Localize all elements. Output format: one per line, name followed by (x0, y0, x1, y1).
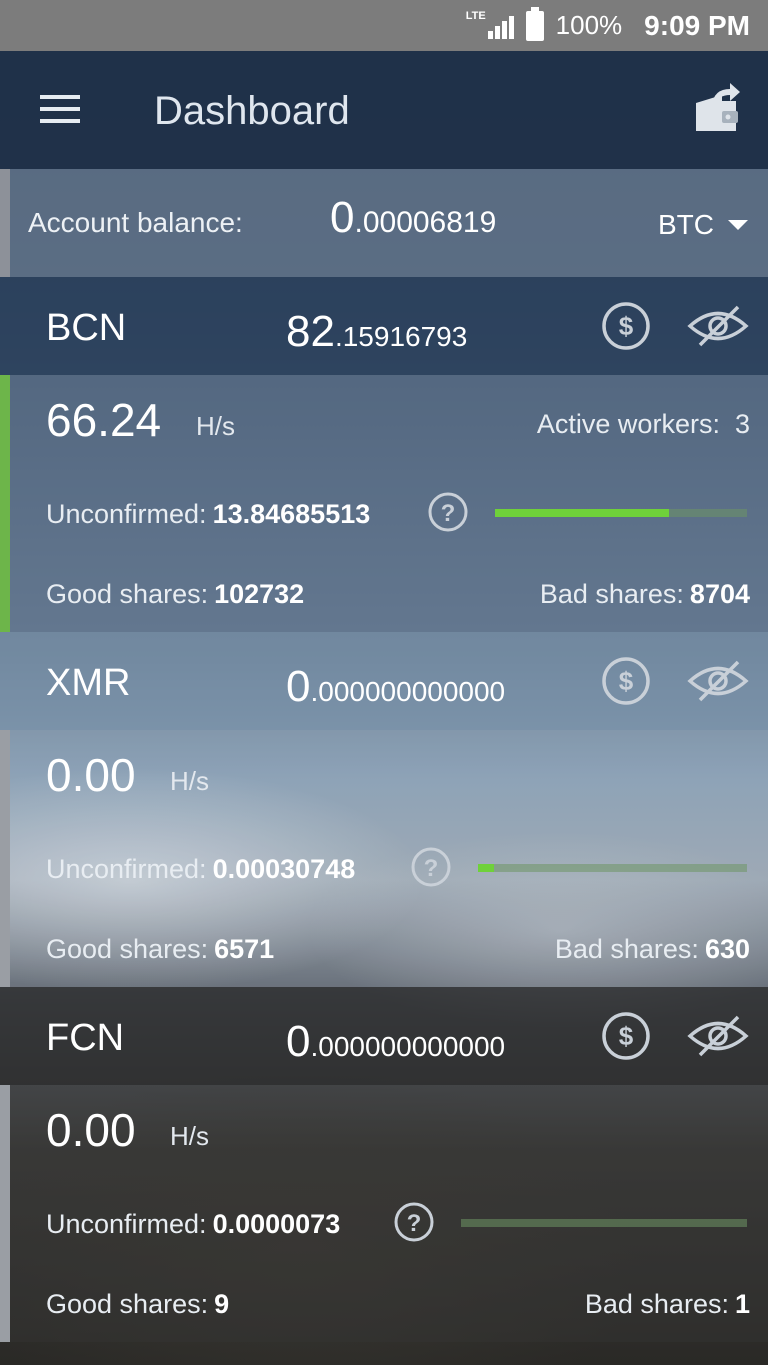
coin-balance-decimals: .000000000000 (310, 676, 506, 707)
coin-card-bcn: BCN 82.15916793 $ 66.24 H/s Active worke… (0, 277, 768, 632)
unconfirmed-value: 13.84685513 (212, 499, 371, 529)
coin-balance-integer: 0 (286, 662, 311, 711)
hashrate-value: 66.24 (46, 394, 162, 446)
currency-label: BTC (658, 209, 714, 240)
good-shares: Good shares: 9 (46, 1289, 229, 1320)
hashrate-unit: H/s (170, 766, 209, 796)
eye-hidden-icon[interactable] (686, 303, 750, 349)
bad-shares-value: 1 (734, 1289, 750, 1319)
dollar-icon[interactable]: $ (601, 301, 651, 351)
balance-integer: 0 (330, 193, 355, 242)
eye-hidden-icon[interactable] (686, 1013, 750, 1059)
hamburger-menu-icon[interactable] (40, 95, 80, 123)
hashrate-value: 0.00 (46, 749, 136, 801)
coin-card-fcn: FCN 0.000000000000 $ 0.00 H/s Unconfirme… (0, 987, 768, 1342)
coin-balance: 82.15916793 (286, 307, 467, 357)
svg-text:$: $ (619, 311, 634, 341)
svg-text:?: ? (407, 1210, 422, 1237)
bad-shares: Bad shares: 630 (555, 934, 750, 965)
eye-hidden-icon[interactable] (686, 658, 750, 704)
unconfirmed-value: 0.00030748 (212, 854, 356, 884)
coin-details: 66.24 H/s Active workers: 3 Unconfirmed:… (0, 375, 768, 632)
page-title: Dashboard (154, 89, 350, 133)
coin-symbol: BCN (46, 307, 127, 349)
progress-fill (478, 864, 495, 872)
svg-text:?: ? (441, 500, 456, 527)
bad-shares: Bad shares: 1 (585, 1289, 750, 1320)
good-shares-label: Good shares: (46, 934, 209, 964)
dollar-icon[interactable]: $ (601, 1011, 651, 1061)
battery-level: 100% (555, 10, 623, 40)
unconfirmed-progress-bar (478, 864, 747, 872)
good-shares-value: 102732 (214, 579, 305, 609)
help-icon[interactable]: ? (428, 492, 468, 532)
hashrate-unit: H/s (170, 1121, 209, 1151)
caret-down-icon (728, 220, 748, 230)
svg-text:$: $ (619, 666, 634, 696)
signal-icon (487, 13, 514, 39)
bad-shares-label: Bad shares: (584, 1289, 729, 1319)
unconfirmed-label: Unconfirmed: (46, 1209, 207, 1239)
bad-shares-value: 8704 (689, 579, 750, 609)
unconfirmed: Unconfirmed: 0.00030748 (46, 854, 355, 885)
status-bar: LTE 100% 9:09 PM (0, 0, 768, 51)
help-icon[interactable]: ? (394, 1202, 434, 1242)
clock: 9:09 PM (644, 9, 750, 41)
account-balance-value: 0.00006819 (330, 193, 496, 243)
bad-shares-label: Bad shares: (539, 579, 684, 609)
unconfirmed-progress-bar (461, 1219, 747, 1227)
unconfirmed: Unconfirmed: 13.84685513 (46, 499, 370, 530)
good-shares: Good shares: 6571 (46, 934, 274, 965)
good-shares-value: 6571 (214, 934, 275, 964)
svg-text:?: ? (424, 855, 439, 882)
account-balance-label: Account balance: (28, 207, 243, 238)
coin-balance-decimals: .000000000000 (310, 1031, 506, 1062)
coin-details: 0.00 H/s Unconfirmed: 0.0000073 ? Good sh… (0, 1085, 768, 1342)
unconfirmed-progress-bar (495, 509, 747, 517)
balance-decimals: .00006819 (354, 206, 497, 239)
network-type: LTE (465, 9, 486, 22)
coin-header[interactable]: BCN 82.15916793 $ (0, 277, 768, 375)
coin-balance-integer: 82 (286, 307, 335, 356)
coin-header[interactable]: XMR 0.000000000000 $ (0, 632, 768, 730)
good-shares: Good shares: 102732 (46, 579, 304, 610)
bad-shares-value: 630 (704, 934, 750, 964)
unconfirmed-value: 0.0000073 (212, 1209, 341, 1239)
good-shares-value: 9 (214, 1289, 230, 1319)
coin-symbol: XMR (46, 662, 131, 704)
unconfirmed-label: Unconfirmed: (46, 499, 207, 529)
hashrate-unit: H/s (196, 411, 235, 441)
bad-shares: Bad shares: 8704 (540, 579, 750, 610)
coin-header[interactable]: FCN 0.000000000000 $ (0, 987, 768, 1085)
unconfirmed: Unconfirmed: 0.0000073 (46, 1209, 340, 1240)
bad-shares-label: Bad shares: (554, 934, 699, 964)
progress-fill (495, 509, 669, 517)
active-workers: Active workers: 3 (537, 409, 750, 440)
account-balance-row: Account balance: 0.00006819 BTC (0, 169, 768, 277)
unconfirmed-label: Unconfirmed: (46, 854, 207, 884)
wallet-export-icon[interactable] (692, 81, 742, 137)
active-workers-count: 3 (734, 409, 750, 439)
coin-balance-integer: 0 (286, 1017, 311, 1066)
help-icon[interactable]: ? (411, 847, 451, 887)
app-bar: Dashboard (0, 51, 768, 169)
coin-balance-decimals: .15916793 (334, 321, 468, 352)
coin-balance: 0.000000000000 (286, 1017, 505, 1067)
svg-text:$: $ (619, 1021, 634, 1051)
currency-dropdown[interactable]: BTC (658, 209, 748, 241)
battery-icon (525, 6, 544, 41)
hashrate-value: 0.00 (46, 1104, 136, 1156)
good-shares-label: Good shares: (46, 579, 209, 609)
coin-details: 0.00 H/s Unconfirmed: 0.00030748 ? Good s… (0, 730, 768, 987)
coin-balance: 0.000000000000 (286, 662, 505, 712)
active-workers-label: Active workers: (536, 409, 720, 439)
coin-symbol: FCN (46, 1017, 125, 1059)
dollar-icon[interactable]: $ (601, 656, 651, 706)
good-shares-label: Good shares: (46, 1289, 209, 1319)
coin-card-xmr: XMR 0.000000000000 $ 0.00 H/s Unconfirme… (0, 632, 768, 987)
